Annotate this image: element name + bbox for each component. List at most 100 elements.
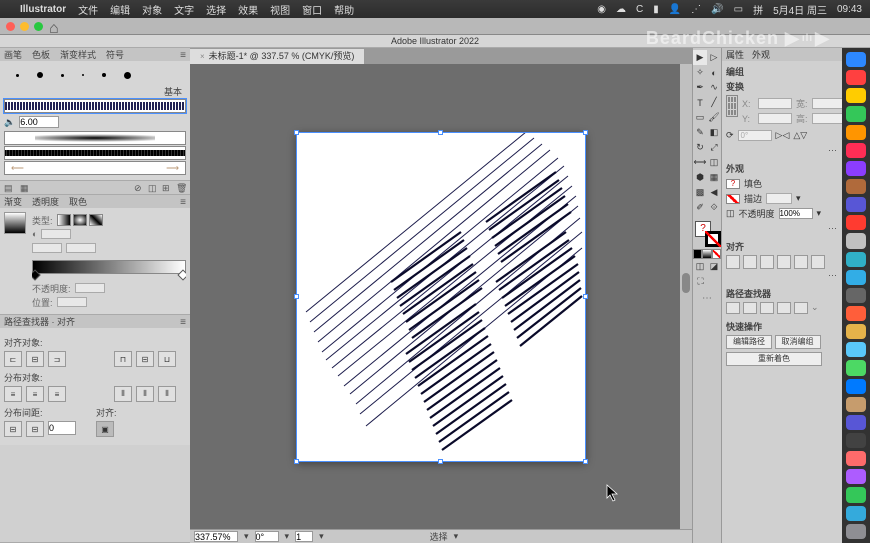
- rotate-tool[interactable]: ↻: [693, 140, 707, 155]
- stop-opacity-field[interactable]: [75, 283, 105, 293]
- shaper-tool[interactable]: ✎: [693, 125, 707, 140]
- gradient-tool[interactable]: ◀: [707, 185, 721, 200]
- dock-app-12[interactable]: [846, 270, 866, 285]
- stop-position-field[interactable]: [57, 297, 87, 307]
- align-hcenter-icon[interactable]: [743, 255, 757, 269]
- gradient-aspect-field[interactable]: [32, 243, 62, 253]
- lasso-tool[interactable]: ◐: [707, 65, 721, 80]
- intersect-icon[interactable]: [760, 302, 774, 314]
- dock-app-18[interactable]: [846, 379, 866, 394]
- transparency-tab[interactable]: 透明度: [32, 195, 59, 208]
- gradient-stop-left[interactable]: [32, 269, 41, 280]
- status-select-label[interactable]: 选择: [430, 530, 448, 543]
- dock-app-0[interactable]: [846, 52, 866, 67]
- selection-handle-br[interactable]: [583, 459, 588, 464]
- dist-right-button[interactable]: ⦀: [158, 386, 176, 402]
- menu-file[interactable]: 文件: [78, 2, 98, 17]
- input-lang-icon[interactable]: 拼: [753, 2, 763, 17]
- brush-row-dashes[interactable]: [4, 99, 186, 113]
- close-tab-icon[interactable]: ×: [200, 49, 205, 64]
- dock-app-22[interactable]: [846, 451, 866, 466]
- pen-tool[interactable]: ✒: [693, 80, 707, 95]
- status-select-dropdown-icon[interactable]: ▾: [454, 531, 459, 542]
- brush-row-noise[interactable]: [4, 146, 186, 160]
- appearance-more-icon[interactable]: ⋯: [726, 222, 838, 234]
- dist-top-button[interactable]: ≡: [4, 386, 22, 402]
- menu-select[interactable]: 选择: [206, 2, 226, 17]
- rotate-dropdown-icon[interactable]: ▾: [285, 531, 290, 542]
- minimize-window-button[interactable]: [20, 22, 29, 31]
- symbols-tab[interactable]: 符号: [106, 48, 124, 61]
- width-tool[interactable]: ⟷: [693, 155, 707, 170]
- recolor-button[interactable]: 重新着色: [726, 352, 822, 366]
- dock-app-8[interactable]: [846, 197, 866, 212]
- home-icon[interactable]: ⌂: [49, 20, 61, 32]
- align-bottom-button[interactable]: ⊔: [158, 351, 176, 367]
- selection-handle-tl[interactable]: [294, 130, 299, 135]
- record-icon[interactable]: ◉: [597, 4, 606, 15]
- properties-tab[interactable]: 属性: [726, 48, 744, 61]
- close-window-button[interactable]: [6, 22, 15, 31]
- libraries-icon[interactable]: ▦: [20, 183, 30, 193]
- mesh-tool[interactable]: ▩: [693, 185, 707, 200]
- dist-bottom-button[interactable]: ≡: [48, 386, 66, 402]
- dist-hcenter-button[interactable]: ⦀: [136, 386, 154, 402]
- align-vcenter-icon[interactable]: [794, 255, 808, 269]
- selection-handle-mr[interactable]: [583, 294, 588, 299]
- gradient-angle-field[interactable]: [41, 229, 71, 239]
- signal-icon[interactable]: ▮: [653, 4, 659, 15]
- align-hcenter-button[interactable]: ⊟: [26, 351, 44, 367]
- zoom-input[interactable]: [194, 531, 238, 542]
- flip-h-icon[interactable]: ▷◁: [776, 130, 790, 141]
- align-right-icon[interactable]: [760, 255, 774, 269]
- align-right-button[interactable]: ⊐: [48, 351, 66, 367]
- dock-app-13[interactable]: [846, 288, 866, 303]
- fill-stroke-swatch[interactable]: ?: [693, 219, 723, 249]
- opacity-dropdown-icon[interactable]: ▾: [817, 208, 822, 219]
- dist-left-button[interactable]: ⦀: [114, 386, 132, 402]
- blend-tool[interactable]: ⟐: [707, 200, 721, 215]
- exclude-icon[interactable]: [777, 302, 791, 314]
- align-vcenter-button[interactable]: ⊟: [136, 351, 154, 367]
- volume-icon[interactable]: 🔊: [711, 4, 723, 15]
- divide-icon[interactable]: [794, 302, 808, 314]
- color-mode-gradient[interactable]: [702, 249, 711, 259]
- y-field[interactable]: [758, 113, 792, 124]
- artboard-nav-input[interactable]: [295, 531, 313, 542]
- dock-app-21[interactable]: [846, 433, 866, 448]
- selection-bounding-box[interactable]: [296, 132, 586, 462]
- x-field[interactable]: [758, 98, 792, 109]
- dock-app-1[interactable]: [846, 70, 866, 85]
- edit-toolbar-icon[interactable]: ⋯: [700, 293, 714, 307]
- menu-edit[interactable]: 编辑: [110, 2, 130, 17]
- dock-app-2[interactable]: [846, 88, 866, 103]
- panel-menu-icon[interactable]: ≡: [180, 197, 186, 208]
- options-icon[interactable]: ◫: [148, 183, 158, 193]
- artboard-nav-dropdown-icon[interactable]: ▾: [319, 531, 324, 542]
- dock-app-11[interactable]: [846, 252, 866, 267]
- height-field[interactable]: [812, 113, 842, 124]
- draw-behind-icon[interactable]: ◪: [707, 259, 721, 274]
- zoom-dropdown-icon[interactable]: ▾: [244, 531, 249, 542]
- isolate-button[interactable]: 编辑路径: [726, 335, 772, 349]
- zoom-window-button[interactable]: [34, 22, 43, 31]
- menubar-time[interactable]: 09:43: [837, 4, 862, 15]
- align-top-button[interactable]: ⊓: [114, 351, 132, 367]
- scale-tool[interactable]: ⤢: [707, 140, 721, 155]
- menu-effect[interactable]: 效果: [238, 2, 258, 17]
- gradient-stroke-icon[interactable]: ◐: [32, 229, 37, 239]
- type-tool[interactable]: T: [693, 95, 707, 110]
- panel-menu-icon[interactable]: ≡: [180, 317, 186, 328]
- vertical-scrollbar[interactable]: [680, 64, 692, 529]
- pathfinder-align-tab[interactable]: 路径查找器 · 对齐: [4, 315, 75, 328]
- dist-vspace-button[interactable]: ⊟: [4, 421, 22, 437]
- dock-app-5[interactable]: [846, 143, 866, 158]
- dock-app-19[interactable]: [846, 397, 866, 412]
- stroke-swatch[interactable]: [705, 231, 721, 247]
- fill-color-swatch[interactable]: [726, 179, 740, 189]
- menu-object[interactable]: 对象: [142, 2, 162, 17]
- graphic-styles-tab[interactable]: 渐变样式: [60, 48, 96, 61]
- brush-preset-dots[interactable]: [4, 65, 186, 85]
- gradient-stop-right[interactable]: [177, 269, 186, 280]
- eraser-tool[interactable]: ◧: [707, 125, 721, 140]
